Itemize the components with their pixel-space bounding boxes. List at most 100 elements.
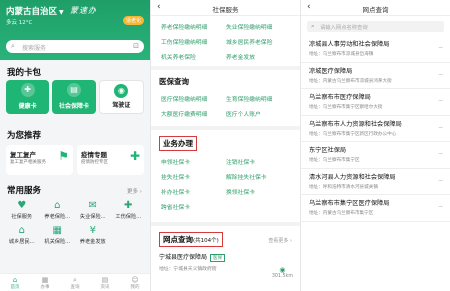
business-section-title: 业务办理 bbox=[159, 136, 197, 151]
driver-license-card[interactable]: ◉ 驾驶证 bbox=[98, 80, 144, 114]
outlet-name: 乌兰察布市集宁区医疗保障局 bbox=[309, 200, 390, 207]
link-injury-details[interactable]: 工伤保险缴纳明细 bbox=[161, 37, 226, 46]
scan-icon[interactable]: ⊡ bbox=[133, 42, 139, 50]
query-icon: ⌕ bbox=[73, 276, 77, 284]
home-icon: ⌂ bbox=[12, 276, 18, 284]
pension-icon: ⌂ bbox=[54, 200, 61, 211]
search-placeholder: 请输入网点名称查询 bbox=[320, 25, 368, 31]
outlet-search-input[interactable]: ⌕ 请输入网点名称查询 bbox=[307, 21, 444, 32]
institution-icon: ▦ bbox=[52, 225, 62, 236]
news-icon: ▤ bbox=[101, 276, 109, 284]
service-social-security[interactable]: ♥ 社保服务 bbox=[4, 200, 40, 220]
list-item[interactable]: 清水河县人力资源和社会保障局 地址：呼和浩特市清水河县城关镇 — bbox=[301, 169, 450, 195]
link-cancel-card[interactable]: 注销社保卡 bbox=[226, 157, 291, 166]
tab-label: 办事 bbox=[40, 285, 50, 290]
link-replace-card[interactable]: 换领社保卡 bbox=[226, 187, 291, 196]
social-security-screen: ‹ 社保服务 养老保险缴纳明细 失业保险缴纳明细 工伤保险缴纳明细 城乡居民养老… bbox=[151, 0, 300, 291]
outlet-distance: — bbox=[438, 205, 443, 210]
tab-profile[interactable]: ☺ 我的 bbox=[120, 274, 150, 291]
tab-news[interactable]: ▤ 资讯 bbox=[90, 274, 120, 291]
region-selector[interactable]: 内蒙古自治区 ▼ bbox=[6, 5, 64, 17]
service-label: 养老保险... bbox=[44, 214, 71, 220]
unemployment-icon: ✉ bbox=[88, 200, 97, 211]
service-injury-insurance[interactable]: ✚ 工伤保险... bbox=[111, 200, 147, 220]
outlet-distance: — bbox=[438, 72, 443, 78]
outlet-name: 乌兰察布市医疗保障局 bbox=[309, 94, 371, 101]
outlet-distance: 301.5km bbox=[271, 274, 293, 279]
nav-bar: ‹ 网点查询 bbox=[301, 0, 450, 16]
outlet-item[interactable]: 宁城县医疗保障局 医保 地址：宁城县天义镇政府街 ◉ 301.5km bbox=[159, 252, 293, 279]
service-label: 城乡居民... bbox=[8, 239, 35, 245]
outlet-distance: — bbox=[438, 46, 443, 51]
link-pension-payout[interactable]: 养老金发放 bbox=[226, 52, 291, 61]
tab-label: 首页 bbox=[10, 285, 20, 290]
recommendation-epidemic[interactable]: 疫情专题 疫情防控专区 ✚ bbox=[77, 145, 144, 175]
health-card-icon: ✚ bbox=[20, 83, 35, 97]
link-apply-card[interactable]: 申领社保卡 bbox=[161, 157, 226, 166]
service-label: 工伤保险... bbox=[115, 214, 142, 220]
link-residents-pension[interactable]: 城乡居民养老保险 bbox=[226, 37, 291, 46]
tab-service[interactable]: ▦ 办事 bbox=[30, 274, 60, 291]
outlet-count: (共104个) bbox=[193, 238, 219, 244]
outlet-list: 凉城县人事劳动和社会保障局 地址：乌兰察布市凉城县岱海镇 — 凉城医疗保障局 地址：内… bbox=[301, 36, 450, 222]
outlet-title-label: 网点查询 bbox=[163, 235, 193, 244]
my-cards-title: 我的卡包 bbox=[7, 68, 42, 78]
list-item[interactable]: 乌兰察布市集宁区医疗保障局 地址：内蒙古乌兰察布市集宁区 — bbox=[301, 195, 450, 222]
recommend-title: 为您推荐 bbox=[7, 131, 42, 141]
service-institution[interactable]: ▦ 机关保险... bbox=[40, 225, 76, 245]
location-pin-icon: ◉ bbox=[279, 266, 286, 274]
services-grid: ♥ 社保服务 ⌂ 养老保险... ✉ 失业保险... ✚ 工伤保险... ⌂ 城乡居民..… bbox=[4, 200, 146, 245]
tab-query[interactable]: ⌕ 查询 bbox=[60, 274, 90, 291]
business-links: 申领社保卡 注销社保卡 挂失社保卡 解除挂失社保卡 补办社保卡 换领社保卡 跨省… bbox=[161, 157, 291, 211]
list-item[interactable]: 东宁区社保局 地址：乌兰察布市集宁区 — bbox=[301, 142, 450, 169]
list-item[interactable]: 凉城医疗保障局 地址：内蒙古乌兰察布市凉城县鸿茅大街 — bbox=[301, 63, 450, 89]
more-services-link[interactable]: 更多 › bbox=[127, 187, 142, 195]
outlet-address: 地址：内蒙古乌兰察布市集宁区 bbox=[309, 211, 374, 216]
list-item[interactable]: 凉城县人事劳动和社会保障局 地址：乌兰察布市凉城县岱海镇 — bbox=[301, 36, 450, 63]
link-reissue-card[interactable]: 补办社保卡 bbox=[161, 187, 226, 196]
outlet-section-title: 网点查询(共104个) bbox=[159, 232, 223, 247]
card-wallet: ✚ 健康卡 ▤ 社会保障卡 ◉ 驾驶证 bbox=[6, 80, 144, 118]
elderly-mode-badge[interactable]: 适老化 bbox=[122, 16, 144, 25]
outlet-name: 凉城医疗保障局 bbox=[309, 67, 353, 75]
link-cross-province[interactable]: 跨省社保卡 bbox=[161, 202, 226, 211]
link-pension-details[interactable]: 养老保险缴纳明细 bbox=[161, 22, 226, 31]
link-institution-pension[interactable]: 机关养老保险 bbox=[161, 52, 226, 61]
page-title: 社保服务 bbox=[212, 6, 239, 14]
link-unfreeze-card[interactable]: 解除挂失社保卡 bbox=[226, 172, 291, 181]
service-label: 养老金发放 bbox=[79, 239, 106, 245]
nav-bar: ‹ 社保服务 bbox=[151, 0, 300, 16]
tab-label: 查询 bbox=[70, 285, 80, 290]
link-large-medical[interactable]: 大额医疗缴费明细 bbox=[161, 109, 226, 118]
card-label: 驾驶证 bbox=[112, 102, 131, 109]
outlet-distance-block: ◉ 301.5km bbox=[272, 266, 293, 279]
search-bar[interactable]: ⌕ 搜索服务 ⊡ bbox=[6, 40, 144, 53]
health-card[interactable]: ✚ 健康卡 bbox=[6, 80, 50, 114]
service-pension[interactable]: ⌂ 养老保险... bbox=[40, 200, 76, 220]
divider bbox=[151, 222, 300, 226]
pension-payout-icon: ¥ bbox=[89, 225, 96, 236]
insurance-links: 养老保险缴纳明细 失业保险缴纳明细 工伤保险缴纳明细 城乡居民养老保险 机关养老… bbox=[161, 22, 291, 61]
service-residents[interactable]: ⌂ 城乡居民... bbox=[4, 225, 40, 245]
service-pension-payout[interactable]: ¥ 养老金发放 bbox=[75, 225, 111, 245]
chevron-down-icon: ▼ bbox=[59, 9, 64, 16]
recommendation-subtitle: 复工复产相关服务 bbox=[10, 160, 46, 165]
social-security-icon: ♥ bbox=[17, 200, 27, 211]
service-label: 机关保险... bbox=[44, 239, 71, 245]
social-security-card[interactable]: ▤ 社会保障卡 bbox=[52, 80, 96, 114]
recommendation-title: 疫情专题 bbox=[81, 151, 107, 159]
tab-home[interactable]: ⌂ 首页 bbox=[0, 274, 30, 291]
service-unemployment[interactable]: ✉ 失业保险... bbox=[75, 200, 111, 220]
link-unemployment-details[interactable]: 失业保险缴纳明细 bbox=[226, 22, 291, 31]
link-medical-account[interactable]: 医疗个人账户 bbox=[226, 109, 291, 118]
link-report-loss[interactable]: 挂失社保卡 bbox=[161, 172, 226, 181]
profile-icon: ☺ bbox=[131, 276, 139, 284]
view-more-link[interactable]: 查看更多 › bbox=[268, 237, 292, 244]
list-item[interactable]: 乌兰察布市医疗保障局 地址：乌兰察布市集宁区察哈尔大街 — bbox=[301, 89, 450, 116]
link-medical-details[interactable]: 医疗保险缴纳明细 bbox=[161, 94, 226, 103]
recommendation-resume-work[interactable]: 复工复产 复工复产相关服务 ⚑ bbox=[6, 145, 73, 175]
list-item[interactable]: 乌兰察布市人力资源和社会保障局 地址：乌兰察布市集宁区新区行政办公中心 — bbox=[301, 116, 450, 142]
link-maternity-details[interactable]: 生育保险缴纳明细 bbox=[226, 94, 291, 103]
page-title: 网点查询 bbox=[362, 6, 389, 14]
outlet-tag: 医保 bbox=[210, 254, 226, 262]
